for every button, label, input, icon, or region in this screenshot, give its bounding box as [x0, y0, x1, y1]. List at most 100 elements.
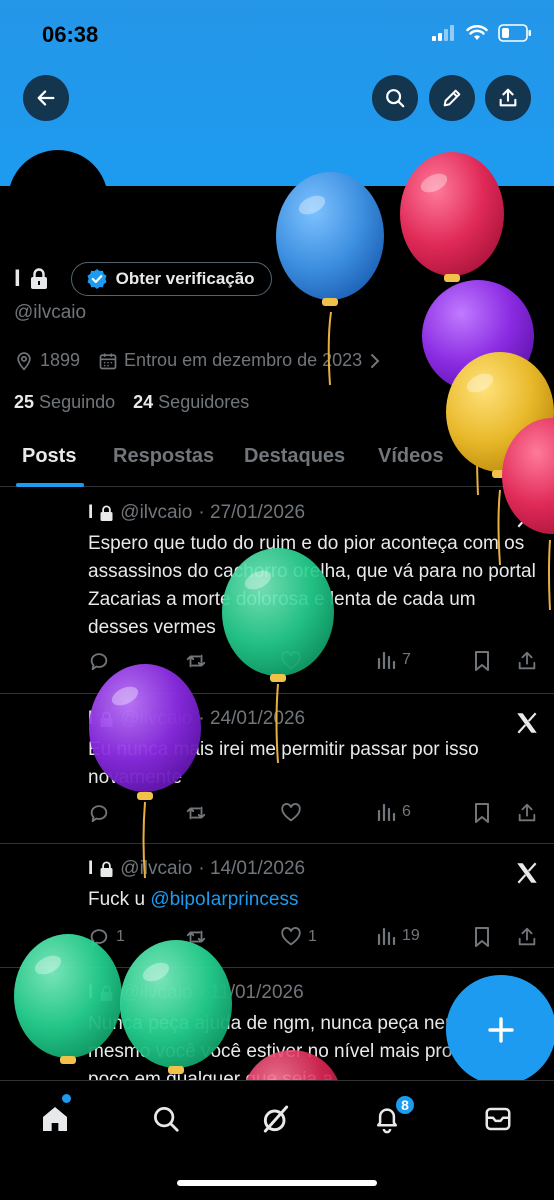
- repost-button[interactable]: [184, 650, 208, 672]
- tab-replies[interactable]: Respostas: [113, 445, 214, 468]
- bookmark-button[interactable]: [472, 650, 492, 672]
- reply-icon: [90, 653, 108, 671]
- post-actions: 6: [88, 802, 542, 828]
- notifications-badge: 8: [394, 1094, 416, 1116]
- x-logo-icon[interactable]: [514, 860, 540, 886]
- plus-icon: [488, 1017, 514, 1043]
- back-button[interactable]: [23, 75, 69, 121]
- mail-icon: [485, 1107, 511, 1131]
- lock-icon: [100, 711, 113, 727]
- bookmark-button[interactable]: [472, 926, 492, 948]
- x-logo-icon[interactable]: [514, 710, 540, 736]
- nav-home[interactable]: [37, 1101, 73, 1137]
- post-text: Espero que tudo do ruim e do pior aconte…: [88, 533, 536, 638]
- tab-videos[interactable]: Vídeos: [378, 445, 444, 468]
- pencil-icon: [443, 89, 461, 107]
- post-item[interactable]: I @ilvcaio · 27/01/2026 Espero que tudo …: [0, 488, 554, 694]
- bookmark-icon: [475, 803, 489, 823]
- post-author-name: I: [88, 982, 94, 1003]
- following-count: 25: [14, 392, 35, 412]
- repost-icon: [186, 930, 206, 944]
- tab-highlights[interactable]: Destaques: [244, 445, 345, 468]
- views-count: 19: [402, 927, 420, 944]
- heart-icon: [281, 803, 301, 822]
- mention-link[interactable]: @bipoIarprincess: [150, 889, 298, 910]
- followers-label: Seguidores: [158, 392, 250, 412]
- repost-button[interactable]: [184, 802, 208, 824]
- post-actions: 1 1 19: [88, 926, 542, 952]
- avatar[interactable]: [8, 150, 108, 250]
- share-profile-button[interactable]: [485, 75, 531, 121]
- profile-joined: Entrou em dezembro de 2023: [124, 350, 363, 370]
- lock-icon: [100, 861, 113, 877]
- profile-name: I: [14, 265, 21, 292]
- search-icon: [386, 89, 405, 108]
- tab-posts[interactable]: Posts: [22, 445, 76, 468]
- following-link[interactable]: 25 Seguindo: [14, 392, 115, 413]
- post-author-name: I: [88, 858, 94, 879]
- nav-grok[interactable]: [258, 1101, 294, 1137]
- share-button[interactable]: [516, 802, 538, 824]
- share-icon: [499, 88, 517, 107]
- share-icon: [518, 927, 536, 946]
- nav-messages[interactable]: [480, 1101, 516, 1137]
- x-logo-icon[interactable]: [514, 504, 540, 530]
- views-button[interactable]: 19: [376, 926, 420, 946]
- share-button[interactable]: [516, 926, 538, 948]
- post-item[interactable]: I @ilvcaio · 14/01/2026 Fuck u @bipoIarp…: [0, 844, 554, 968]
- home-indicator: [177, 1180, 377, 1186]
- status-icons: [432, 24, 532, 42]
- post-item[interactable]: I @ilvcaio · 24/01/2026 Eu nunca mais ir…: [0, 694, 554, 844]
- grok-icon: [263, 1105, 289, 1133]
- post-date: · 24/01/2026: [198, 708, 306, 729]
- reply-icon: [90, 805, 108, 823]
- like-button[interactable]: 1: [280, 926, 317, 948]
- like-button[interactable]: [280, 650, 302, 672]
- lock-icon: [30, 268, 47, 289]
- tab-photos[interactable]: Fot: [474, 445, 505, 468]
- bookmark-button[interactable]: [472, 802, 492, 824]
- repost-icon: [186, 806, 206, 820]
- active-tab-indicator: [16, 483, 84, 487]
- share-icon: [518, 651, 536, 670]
- follow-stats: 25 Seguindo 24 Seguidores: [14, 392, 249, 413]
- search-button[interactable]: [372, 75, 418, 121]
- reply-count: 1: [116, 928, 125, 945]
- profile-meta: 1899 Entrou em dezembro de 2023: [14, 350, 382, 371]
- post-text: Fuck u @bipoIarprincess: [88, 886, 538, 914]
- post-author-handle: @ilvcaio: [120, 982, 193, 1003]
- views-button[interactable]: 7: [376, 650, 411, 670]
- home-unread-dot: [62, 1094, 71, 1103]
- chevron-right-icon[interactable]: [368, 352, 382, 370]
- repost-icon: [186, 654, 206, 668]
- reply-button[interactable]: [88, 650, 110, 672]
- verified-badge-icon: [87, 269, 107, 289]
- cellular-signal-icon: [432, 25, 454, 41]
- repost-button[interactable]: [184, 926, 208, 948]
- reply-button[interactable]: [88, 802, 110, 824]
- post-author-name: I: [88, 502, 94, 523]
- views-count: 7: [402, 651, 411, 668]
- post-text: Eu nunca mais irei me permitir passar po…: [88, 739, 479, 788]
- edit-button[interactable]: [429, 75, 475, 121]
- compose-button[interactable]: [446, 975, 554, 1085]
- get-verified-button[interactable]: Obter verificação: [70, 262, 272, 296]
- heart-icon: [281, 927, 301, 946]
- post-header: I @ilvcaio · 14/01/2026: [88, 858, 305, 880]
- reply-button[interactable]: 1: [88, 926, 125, 948]
- post-header: I @ilvcaio · 24/01/2026: [88, 708, 305, 730]
- bookmark-icon: [475, 927, 489, 947]
- nav-search[interactable]: [148, 1101, 184, 1137]
- share-icon: [518, 803, 536, 822]
- followers-link[interactable]: 24 Seguidores: [133, 392, 249, 413]
- home-icon: [43, 1107, 67, 1131]
- views-button[interactable]: 6: [376, 802, 411, 822]
- post-author-handle: @ilvcaio: [120, 708, 193, 729]
- arrow-left-icon: [37, 90, 55, 106]
- followers-count: 24: [133, 392, 154, 412]
- profile-name-row: I Obter verificação: [14, 262, 272, 296]
- bar-chart-icon: [377, 927, 396, 946]
- like-button[interactable]: [280, 802, 302, 824]
- heart-icon: [281, 651, 301, 670]
- share-button[interactable]: [516, 650, 538, 672]
